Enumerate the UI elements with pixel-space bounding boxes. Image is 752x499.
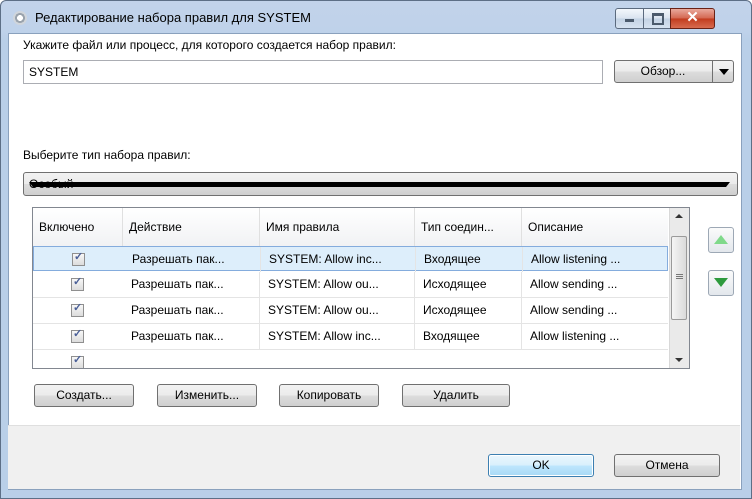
- table-row-partial[interactable]: [33, 350, 668, 368]
- copy-button[interactable]: Копировать: [279, 384, 379, 407]
- table-header: Включено Действие Имя правила Тип соедин…: [33, 208, 668, 247]
- gear-icon: [13, 11, 27, 25]
- browse-button[interactable]: Обзор...: [614, 60, 734, 83]
- cell-action: Разрешать пак...: [123, 324, 260, 349]
- file-process-input[interactable]: SYSTEM: [23, 60, 603, 84]
- table-row[interactable]: Разрешать пак... SYSTEM: Allow ou... Исх…: [33, 272, 668, 298]
- title-bar[interactable]: Редактирование набора правил для SYSTEM …: [1, 1, 751, 35]
- minimize-button[interactable]: [615, 8, 644, 29]
- cell-action: Разрешать пак...: [123, 272, 260, 297]
- cell-connection-type: Входящее: [415, 324, 522, 349]
- enabled-checkbox[interactable]: [71, 353, 84, 368]
- cell-description: Allow sending ...: [530, 303, 618, 317]
- cell-connection-type: Исходящее: [415, 272, 522, 297]
- enabled-checkbox[interactable]: [71, 301, 84, 317]
- close-button[interactable]: ✕: [670, 8, 715, 29]
- maximize-icon: [652, 13, 664, 25]
- column-header-rule-name[interactable]: Имя правила: [260, 208, 415, 246]
- file-process-label: Укажите файл или процесс, для которого с…: [23, 38, 396, 52]
- chevron-down-icon: [29, 182, 730, 187]
- column-header-connection-type[interactable]: Тип соедин...: [415, 208, 522, 246]
- cell-rule-name: SYSTEM: Allow ou...: [260, 298, 415, 323]
- cell-rule-name: SYSTEM: Allow inc...: [261, 247, 416, 272]
- cancel-button[interactable]: Отмена: [614, 454, 720, 477]
- browse-label: Обзор...: [640, 64, 686, 78]
- scroll-up-icon[interactable]: [670, 208, 689, 225]
- cell-description: Allow listening ...: [531, 252, 621, 266]
- table-row[interactable]: Разрешать пак... SYSTEM: Allow inc... Вх…: [33, 246, 668, 272]
- window-title: Редактирование набора правил для SYSTEM: [35, 10, 311, 25]
- move-down-button[interactable]: [708, 270, 734, 296]
- browse-dropdown-arrow-icon[interactable]: [712, 61, 733, 82]
- scroll-down-icon[interactable]: [670, 351, 689, 368]
- scroll-thumb[interactable]: [671, 236, 687, 320]
- cell-rule-name: SYSTEM: Allow ou...: [260, 272, 415, 297]
- column-header-enabled[interactable]: Включено: [33, 208, 123, 246]
- enabled-checkbox[interactable]: [72, 250, 85, 266]
- cell-description: Allow sending ...: [530, 277, 618, 291]
- table-row[interactable]: Разрешать пак... SYSTEM: Allow ou... Исх…: [33, 298, 668, 324]
- file-process-value: SYSTEM: [29, 65, 79, 79]
- rule-type-select[interactable]: Особый: [23, 172, 738, 196]
- maximize-button[interactable]: [643, 8, 671, 29]
- ok-button[interactable]: OK: [488, 454, 594, 477]
- cell-action: Разрешать пак...: [124, 247, 261, 272]
- rules-table[interactable]: Включено Действие Имя правила Тип соедин…: [32, 207, 690, 369]
- cell-rule-name: SYSTEM: Allow inc...: [260, 324, 415, 349]
- enabled-checkbox[interactable]: [71, 275, 84, 291]
- cell-description: Allow listening ...: [530, 329, 620, 343]
- delete-button[interactable]: Удалить: [402, 384, 510, 407]
- close-icon: ✕: [686, 9, 699, 26]
- table-row[interactable]: Разрешать пак... SYSTEM: Allow inc... Вх…: [33, 324, 668, 350]
- cell-connection-type: Входящее: [416, 247, 523, 272]
- minimize-icon: [625, 19, 634, 22]
- cell-connection-type: Исходящее: [415, 298, 522, 323]
- create-button[interactable]: Создать...: [34, 384, 134, 407]
- column-header-description[interactable]: Описание: [522, 208, 668, 246]
- grip-icon: [676, 274, 683, 275]
- edit-button[interactable]: Изменить...: [157, 384, 257, 407]
- rule-type-label: Выберите тип набора правил:: [23, 148, 191, 162]
- enabled-checkbox[interactable]: [71, 327, 84, 343]
- arrow-up-icon: [714, 235, 728, 244]
- arrow-down-icon: [714, 278, 728, 287]
- column-header-action[interactable]: Действие: [123, 208, 260, 246]
- table-scrollbar[interactable]: [669, 208, 689, 368]
- cell-action: Разрешать пак...: [123, 298, 260, 323]
- move-up-button[interactable]: [708, 227, 734, 253]
